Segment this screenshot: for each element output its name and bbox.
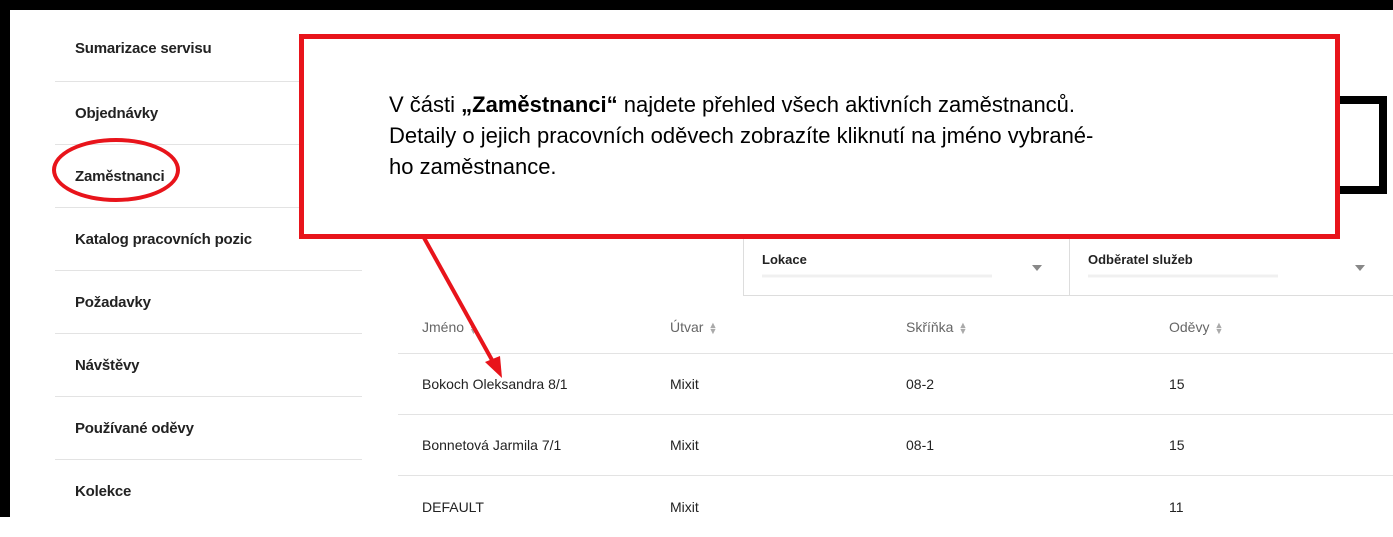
location-filter[interactable]: Lokace [743, 238, 1069, 296]
employee-locker: 08-2 [906, 376, 935, 392]
table-row[interactable]: Bokoch Oleksandra 8/1 Mixit 08-2 15 [398, 354, 1393, 415]
sort-icon[interactable]: ▲ ▼ [1214, 320, 1223, 335]
column-header-name[interactable]: Jméno ▲ ▼ [422, 319, 478, 336]
employees-table: Jméno ▲ ▼ Útvar ▲ ▼ Skříňka ▲ ▼ Oděvy ▲ ▼ Bokoch… [398, 300, 1393, 537]
location-filter-label: Lokace [762, 252, 807, 267]
caret-down-icon[interactable] [1355, 265, 1365, 271]
employee-locker: 08-1 [906, 437, 935, 453]
customer-filter-label: Odběratel služeb [1088, 252, 1193, 267]
column-header-garments[interactable]: Oděvy ▲ ▼ [1169, 319, 1223, 336]
frame-border-top [0, 0, 1393, 10]
sidebar-item-used-garments[interactable]: Používané oděvy [55, 397, 362, 460]
table-row[interactable]: Bonnetová Jarmila 7/1 Mixit 08-1 15 [398, 415, 1393, 476]
employee-garment-count: 11 [1169, 498, 1184, 515]
employee-department: Mixit [670, 437, 699, 453]
caret-down-icon[interactable] [1032, 265, 1042, 271]
employee-name-link[interactable]: Bokoch Oleksandra 8/1 [422, 376, 568, 392]
employee-department: Mixit [670, 376, 699, 392]
table-header-row: Jméno ▲ ▼ Útvar ▲ ▼ Skříňka ▲ ▼ Oděvy ▲ ▼ [398, 300, 1393, 354]
sidebar-item-visits[interactable]: Návštěvy [55, 334, 362, 397]
employee-department: Mixit [670, 498, 699, 515]
customer-filter[interactable]: Odběratel služeb [1069, 238, 1393, 296]
sort-icon[interactable]: ▲ ▼ [708, 320, 717, 335]
employee-garment-count: 15 [1169, 376, 1185, 392]
table-row[interactable]: DEFAULT Mixit 11 [398, 476, 1393, 537]
annotation-callout: V části „Zaměstnanci“ najdete přehled vš… [299, 34, 1340, 239]
employee-name-link[interactable]: Bonnetová Jarmila 7/1 [422, 437, 561, 453]
location-filter-value [762, 271, 992, 281]
sort-icon[interactable]: ▲ ▼ [469, 320, 478, 335]
employee-name-link[interactable]: DEFAULT [422, 499, 484, 515]
sort-icon[interactable]: ▲ ▼ [958, 320, 967, 335]
customer-filter-value [1088, 271, 1278, 281]
sidebar-item-requests[interactable]: Požadavky [55, 271, 362, 334]
employee-garment-count: 15 [1169, 437, 1185, 453]
sidebar-item-collections[interactable]: Kolekce [55, 460, 362, 523]
callout-text: V části „Zaměstnanci“ najdete přehled vš… [389, 92, 1094, 179]
frame-border-left [0, 0, 10, 517]
highlight-circle [52, 138, 180, 202]
column-header-department[interactable]: Útvar ▲ ▼ [670, 319, 717, 336]
column-header-locker[interactable]: Skříňka ▲ ▼ [906, 319, 967, 336]
